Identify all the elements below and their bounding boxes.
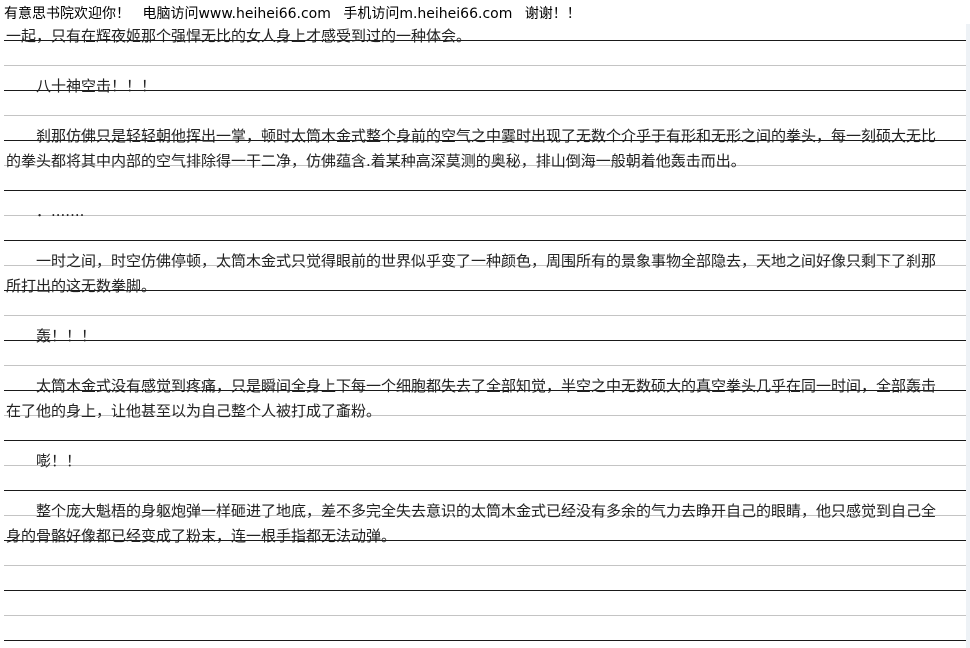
site-welcome: 有意思书院欢迎你！: [4, 6, 130, 22]
paragraph: ．.......: [36, 202, 85, 220]
mobile-visit-link[interactable]: 手机访问m.heihei66.com: [343, 6, 512, 22]
chapter-text: 一起，只有在辉夜姬那个强悍无比的女人身上才感受到过的一种体会。 八十神空击！！！…: [6, 24, 946, 549]
paragraph: 太筒木金式没有感觉到疼痛，只是瞬间全身上下每一个细胞都失去了全部知觉，半空之中无…: [6, 377, 937, 420]
paragraph: 整个庞大魁梧的身躯炮弹一样砸进了地底，差不多完全失去意识的太筒木金式已经没有多余…: [6, 502, 937, 545]
paragraph: 八十神空击！！！: [36, 77, 157, 95]
paragraph: 一起，只有在辉夜姬那个强悍无比的女人身上才感受到过的一种体会。: [6, 27, 472, 45]
paragraph: 嘭！！: [36, 452, 82, 470]
left-gutter: [0, 24, 4, 648]
paragraph: 刹那仿佛只是轻轻朝他挥出一掌，顿时太筒木金式整个身前的空气之中霎时出现了无数个介…: [6, 127, 937, 170]
paragraph: 轰！！！: [36, 327, 97, 345]
site-banner: 有意思书院欢迎你！ 电脑访问www.heihei66.com 手机访问m.hei…: [0, 0, 970, 24]
right-gutter: [966, 24, 970, 648]
paragraph: 一时之间，时空仿佛停顿，太筒木金式只觉得眼前的世界似乎变了一种颜色，周围所有的景…: [6, 252, 937, 295]
thanks-text: 谢谢！！: [524, 6, 581, 22]
pc-visit-link[interactable]: 电脑访问www.heihei66.com: [142, 6, 330, 22]
